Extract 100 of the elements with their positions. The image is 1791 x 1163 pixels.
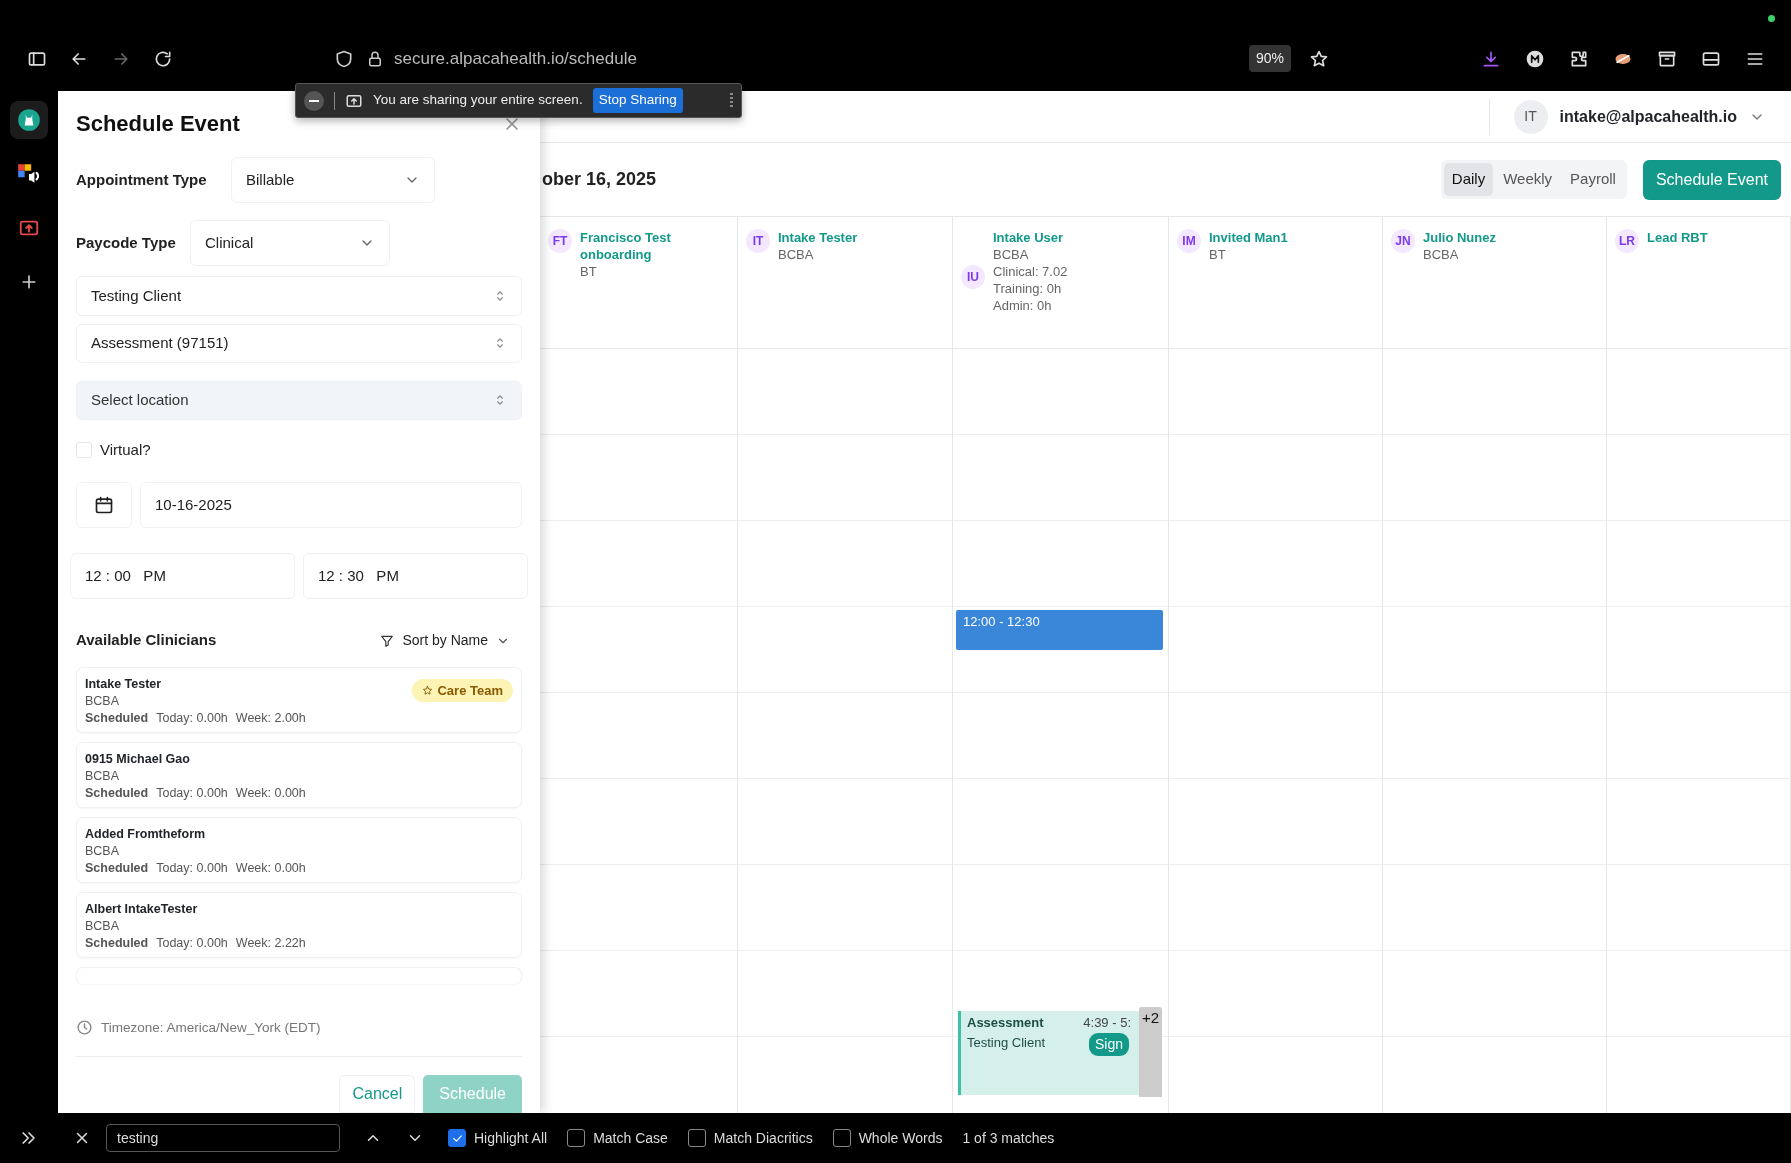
clinician-name[interactable]: Intake User	[993, 229, 1068, 246]
checkbox[interactable]	[687, 1129, 706, 1147]
modal-title: Schedule Event	[76, 111, 240, 138]
status-tag: Sign	[1089, 1033, 1130, 1056]
status-label: Scheduled	[85, 934, 149, 952]
more-events-tag[interactable]: +2	[1139, 1007, 1162, 1097]
cancel-button[interactable]: Cancel	[339, 1075, 416, 1113]
clinician-detail: Clinical: 7.02	[993, 263, 1068, 280]
initials-avatar: IT	[746, 229, 770, 253]
time-field[interactable]: 12 : 30 PM	[303, 553, 528, 600]
checkbox-label: Virtual?	[100, 439, 151, 460]
hours-week: Week: 0.00h	[235, 784, 306, 802]
clinician-detail: BCBA	[1423, 246, 1460, 263]
status-label: Scheduled	[85, 859, 149, 877]
section-title: Available Clinicians	[76, 630, 217, 651]
clinician-name[interactable]: Invited Man1	[1209, 229, 1288, 246]
event-block[interactable]: 12:00 - 12:30	[956, 610, 1163, 650]
clinician-detail: Admin: 0h	[993, 297, 1053, 314]
lock-icon	[366, 49, 384, 68]
time-field[interactable]: 12 : 00 PM	[70, 553, 295, 600]
hours-today: Today: 0.00h	[156, 709, 228, 727]
find-field[interactable]: testing	[106, 1124, 340, 1152]
filter-icon	[380, 633, 395, 648]
clinician-role: BCBA	[85, 692, 121, 710]
date-heading: ober 16, 2025	[542, 168, 657, 191]
checkbox-label: Highlight All	[474, 1128, 548, 1148]
clinician-name: Albert IntakeTester	[85, 900, 199, 918]
select-field[interactable]: Assessment (97151)	[76, 323, 522, 363]
event-client: Testing Client	[967, 1034, 1046, 1050]
clinician-card[interactable]: Intake Tester BCBA Scheduled Today: 0.00h Week: 2.00h Care Team	[76, 666, 522, 733]
checkbox[interactable]	[832, 1129, 851, 1147]
minimize-icon[interactable]	[304, 90, 324, 111]
calendar-icon	[94, 495, 114, 516]
hours-today: Today: 0.00h	[156, 934, 228, 952]
field-label: Paycode Type	[76, 233, 177, 254]
user-avatar[interactable]: IT	[1513, 99, 1548, 134]
care-team-tag: Care Team	[412, 679, 513, 703]
clinician-detail: BCBA	[778, 246, 815, 263]
llama-logo-icon[interactable]	[16, 107, 42, 133]
clinician-role: BCBA	[85, 917, 121, 935]
match-count: 1 of 3 matches	[962, 1128, 1055, 1148]
date-field[interactable]: 10-16-2025	[140, 482, 522, 529]
url-text[interactable]: secure.alpacahealth.io/schedule	[394, 45, 637, 72]
initials-avatar: FT	[548, 229, 572, 253]
status-label: Scheduled	[85, 709, 149, 727]
timezone-text: Timezone: America/New_York (EDT)	[101, 1018, 321, 1037]
view-tab[interactable]: Payroll	[1562, 163, 1624, 196]
star-icon	[422, 685, 434, 697]
hours-week: Week: 2.22h	[235, 934, 306, 952]
select-field[interactable]: Clinical	[190, 220, 390, 267]
hours-today: Today: 0.00h	[156, 784, 228, 802]
clinician-name: 0915 Michael Gao	[85, 750, 191, 768]
clinician-role: BCBA	[85, 767, 121, 785]
event-title: Assessment	[967, 1014, 1044, 1032]
calendar-button[interactable]	[76, 482, 132, 529]
view-tab[interactable]: Weekly	[1495, 163, 1561, 196]
checkbox-label: Match Diacritics	[713, 1128, 813, 1148]
shield-icon[interactable]	[334, 48, 354, 69]
clinician-detail: BCBA	[993, 246, 1030, 263]
hours-today: Today: 0.00h	[156, 859, 228, 877]
checkbox-label: Match Case	[593, 1128, 668, 1148]
hours-week: Week: 2.00h	[235, 709, 306, 727]
profile-icon[interactable]	[1525, 48, 1545, 69]
clinician-role: BCBA	[85, 842, 121, 860]
select-field[interactable]: Billable	[231, 157, 435, 204]
stop-sharing-button[interactable]: Stop Sharing	[592, 88, 683, 113]
bookmark-star-icon[interactable]	[1309, 48, 1329, 69]
clinician-name[interactable]: Francisco Test onboarding	[580, 229, 729, 263]
clinician-detail: BT	[1209, 246, 1227, 263]
clinician-detail: BT	[580, 263, 598, 280]
initials-avatar: LR	[1615, 229, 1639, 253]
initials-avatar: IM	[1177, 229, 1201, 253]
sort-dropdown[interactable]: Sort by Name	[380, 630, 522, 651]
appointment-block[interactable]: Assessment 4:39 - 5: Testing Client Sign	[958, 1011, 1139, 1095]
view-tab[interactable]: Daily	[1443, 163, 1494, 196]
clinician-name: Added Fromtheform	[85, 825, 207, 843]
status-label: Scheduled	[85, 784, 149, 802]
select-field[interactable]: Select location	[76, 380, 522, 420]
initials-avatar: IU	[961, 265, 985, 289]
clinician-card[interactable]: Added Fromtheform BCBA Scheduled Today: 0.00h Week: 0.00h	[76, 816, 522, 883]
clinician-name[interactable]: Intake Tester	[778, 229, 858, 246]
clinician-card[interactable]: 0915 Michael Gao BCBA Scheduled Today: 0.00h Week: 0.00h	[76, 741, 522, 808]
clinician-name: Intake Tester	[85, 675, 163, 693]
drag-handle-icon[interactable]	[730, 92, 733, 109]
clinician-card[interactable]: Albert IntakeTester BCBA Scheduled Today: 0.00h Week: 2.22h	[76, 891, 522, 958]
hours-week: Week: 0.00h	[235, 859, 306, 877]
user-email[interactable]: intake@alpacahealth.io	[1559, 104, 1737, 129]
status-dot	[1768, 15, 1775, 22]
clinician-detail: Training: 0h	[993, 280, 1063, 297]
select-field[interactable]: Testing Client	[76, 276, 522, 316]
clinician-name[interactable]: Julio Nunez	[1423, 229, 1496, 246]
checkbox[interactable]	[448, 1129, 466, 1147]
clinician-name[interactable]: Lead RBT	[1647, 229, 1708, 246]
checkbox[interactable]	[567, 1129, 586, 1147]
sharing-message: You are sharing your entire screen.	[373, 91, 583, 110]
schedule-event-button[interactable]: Schedule Event	[1642, 159, 1781, 200]
zoom-level[interactable]: 90%	[1248, 45, 1291, 72]
event-time: 4:39 - 5:	[1083, 1014, 1131, 1032]
initials-avatar: JN	[1391, 229, 1415, 253]
checkbox-label: Whole Words	[858, 1128, 943, 1148]
